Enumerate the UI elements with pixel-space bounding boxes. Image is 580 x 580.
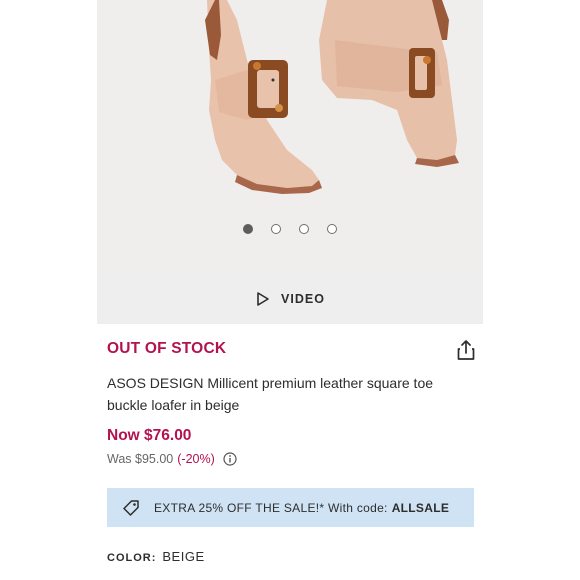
stock-status: OUT OF STOCK	[107, 340, 227, 357]
promo-text: EXTRA 25% OFF THE SALE!* With code:	[154, 500, 388, 515]
share-icon[interactable]	[456, 339, 476, 361]
current-price: Now $76.00	[107, 427, 192, 444]
tag-icon	[123, 499, 139, 516]
play-icon	[257, 292, 269, 306]
product-page: VIDEO OUT OF STOCK ASOS DESIGN Millicent…	[97, 0, 483, 580]
color-selector: COLOR: BEIGE	[107, 549, 205, 564]
left-margin	[0, 0, 97, 580]
info-icon[interactable]	[223, 452, 237, 466]
gallery-dot-1[interactable]	[243, 224, 253, 234]
gallery-dot-4[interactable]	[327, 224, 337, 234]
discount-percent: (-20%)	[177, 452, 215, 466]
gallery-pagination	[97, 224, 483, 236]
gallery-dot-2[interactable]	[271, 224, 281, 234]
previous-price-row: Was $95.00 (-20%)	[107, 452, 237, 466]
was-price: Was $95.00	[107, 452, 174, 466]
video-label: VIDEO	[281, 292, 325, 306]
video-button[interactable]: VIDEO	[97, 274, 483, 324]
promo-banner: EXTRA 25% OFF THE SALE!* With code: ALLS…	[107, 488, 474, 527]
right-margin	[483, 0, 580, 580]
gallery-dot-3[interactable]	[299, 224, 309, 234]
product-image-gallery[interactable]	[97, 0, 483, 274]
promo-code: ALLSALE	[391, 500, 450, 515]
product-title: ASOS DESIGN Millicent premium leather sq…	[107, 375, 434, 413]
color-value: BEIGE	[162, 549, 205, 564]
color-label: COLOR:	[107, 552, 157, 564]
